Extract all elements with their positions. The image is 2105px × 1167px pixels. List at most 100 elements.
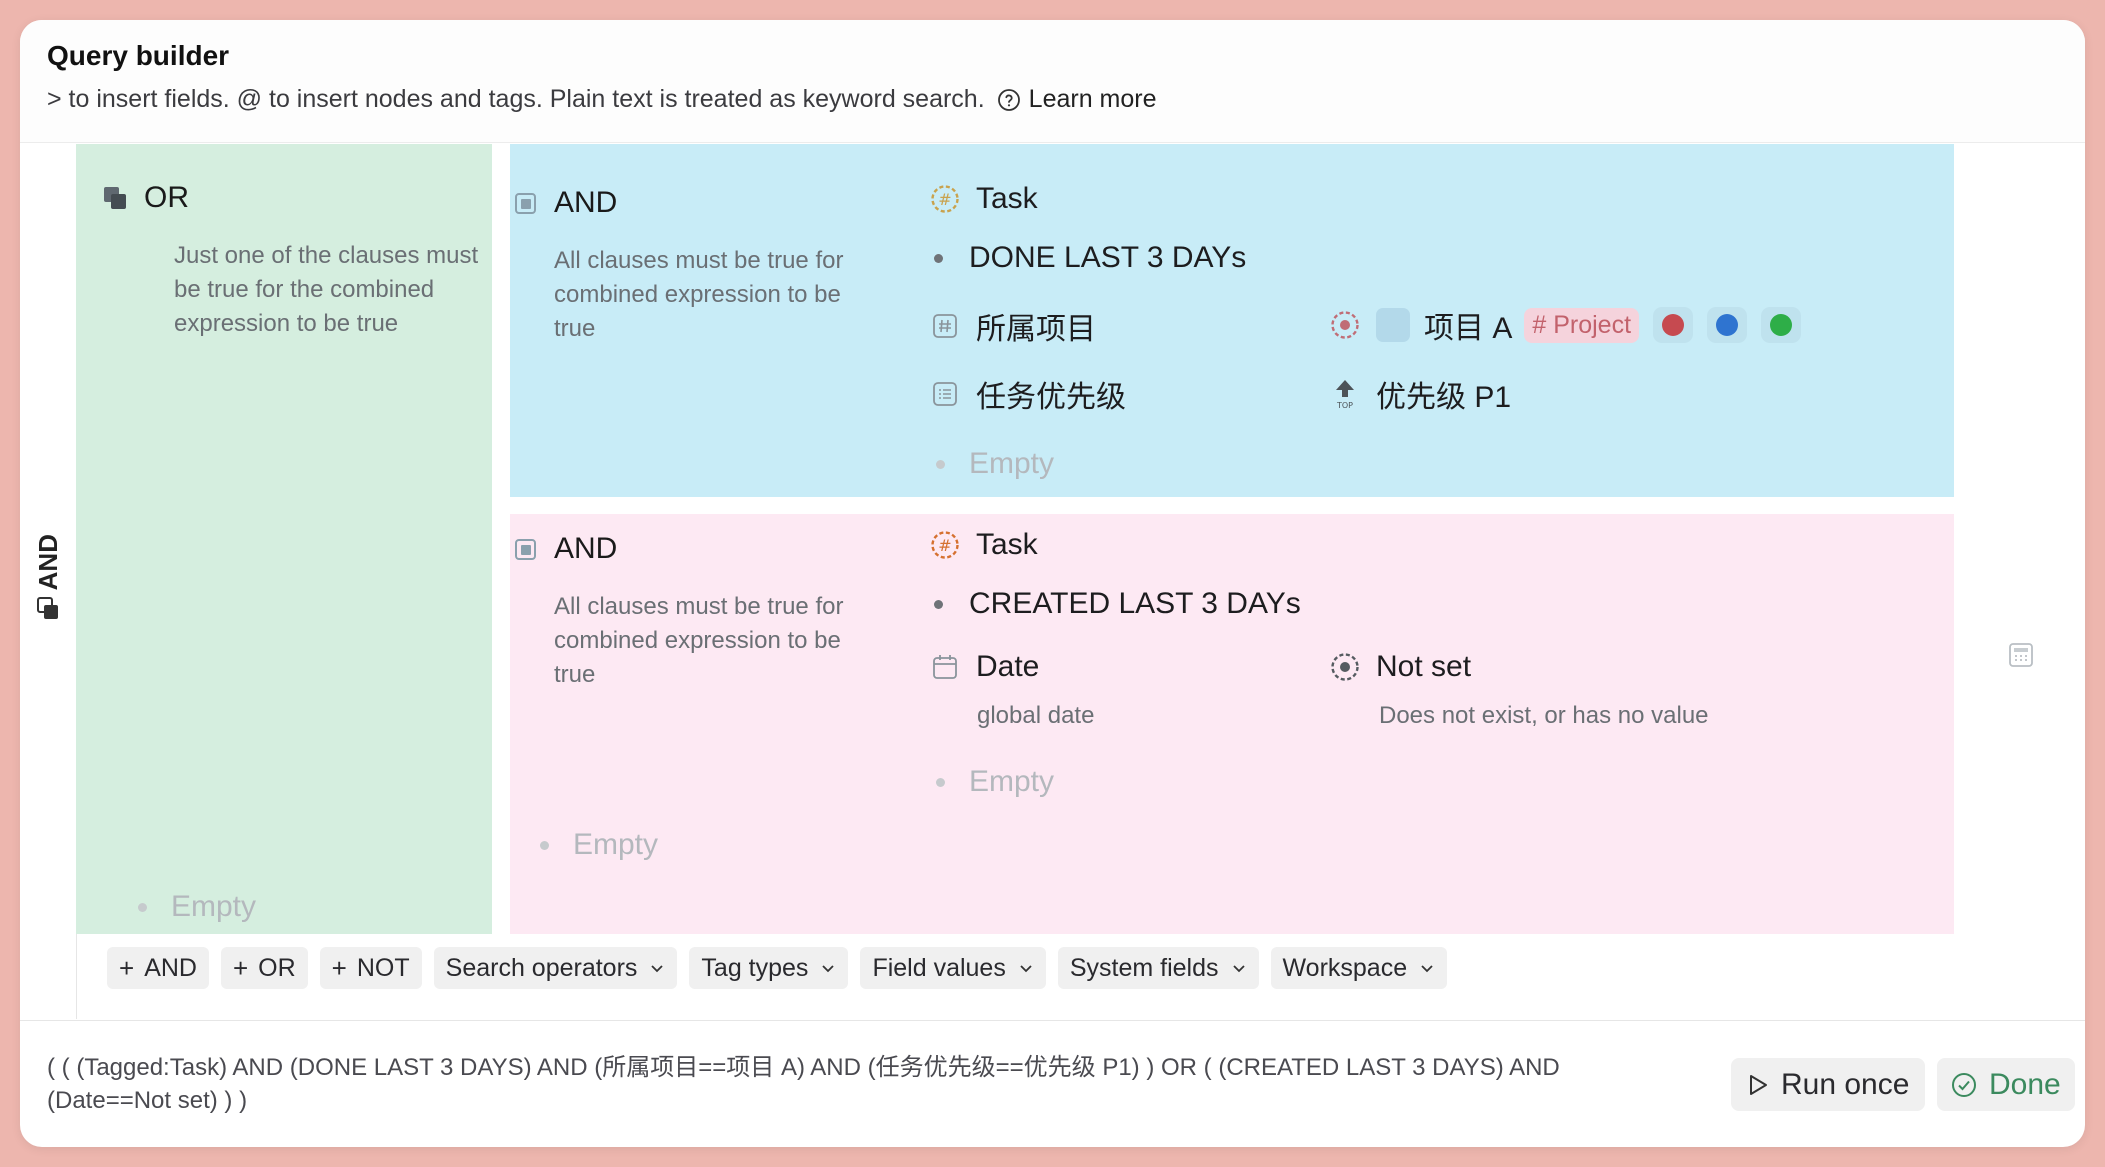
bullet <box>138 902 147 912</box>
tag-clause[interactable]: # Task <box>930 182 1038 216</box>
field-value: 优先级 P1 <box>1376 381 1512 414</box>
field-name: 所属项目 <box>976 313 1096 346</box>
tag-icon: # <box>930 184 960 214</box>
field-value-project[interactable]: 项目 A # Project <box>1330 303 1802 347</box>
bullet <box>936 777 945 787</box>
help-circle-icon <box>997 88 1020 111</box>
search-text: CREATED LAST 3 DAYs <box>969 587 1301 620</box>
bullet <box>540 840 549 850</box>
run-once-button[interactable]: Run once <box>1731 1058 1926 1111</box>
query-toolbar: + AND + OR + NOT Search operators Tag types… <box>107 947 1459 989</box>
group-icon <box>104 187 126 209</box>
plus-icon: + <box>119 952 135 983</box>
search-clause[interactable]: DONE LAST 3 DAYs <box>930 241 1246 275</box>
not-set-icon <box>1330 652 1360 682</box>
field-value-date[interactable]: Not set <box>1330 650 1471 684</box>
field-value-priority[interactable]: TOP 优先级 P1 <box>1330 372 1511 416</box>
bullet <box>934 253 943 263</box>
and-description: All clauses must be true for combined ex… <box>554 247 844 342</box>
or-group: OR Just one of the clauses must be true … <box>76 144 492 934</box>
tag-name: Task <box>976 182 1038 215</box>
search-operators-dropdown[interactable]: Search operators <box>433 947 678 989</box>
field-name: 任务优先级 <box>976 381 1126 414</box>
and1-empty-slot[interactable]: Empty <box>936 447 1054 481</box>
root-operator-label: AND <box>32 534 63 591</box>
or-operator[interactable]: OR <box>102 181 189 215</box>
green-dot-chip[interactable] <box>1761 307 1802 343</box>
add-not-label: NOT <box>356 953 410 982</box>
and-operator-label: AND <box>554 532 618 565</box>
blue-dot-chip[interactable] <box>1707 307 1748 343</box>
chevron-down-icon <box>1232 965 1245 973</box>
bullet <box>934 599 943 609</box>
search-operators-label: Search operators <box>445 953 638 982</box>
root-and-rail[interactable]: AND <box>20 144 77 1019</box>
calendar-icon <box>930 652 960 682</box>
field-clause-priority[interactable]: 任务优先级 <box>930 372 1126 416</box>
root-operator[interactable]: AND <box>30 534 66 622</box>
and-group-2: AND All clauses must be true for combine… <box>510 514 1954 934</box>
field-clause-date[interactable]: Date <box>930 650 1039 684</box>
system-fields-dropdown[interactable]: System fields <box>1057 947 1259 989</box>
hint-label: > to insert fields. @ to insert nodes an… <box>47 85 985 113</box>
system-fields-label: System fields <box>1069 953 1219 982</box>
empty-label: Empty <box>969 765 1055 798</box>
chevron-down-icon <box>651 965 664 973</box>
tag-clause[interactable]: # Task <box>930 528 1038 562</box>
empty-label: Empty <box>573 828 659 861</box>
dialog-title: Query builder <box>47 40 230 71</box>
empty-label: Empty <box>171 890 257 923</box>
and-description: All clauses must be true for combined ex… <box>554 593 844 688</box>
check-circle-icon <box>1952 1072 1976 1097</box>
plus-icon: + <box>232 952 249 983</box>
field-hash-icon <box>930 311 960 341</box>
tag-types-label: Tag types <box>701 953 809 982</box>
tag-icon: # <box>930 530 960 560</box>
node-target-icon <box>1330 310 1360 340</box>
search-text: DONE LAST 3 DAYs <box>969 241 1247 274</box>
empty-label: Empty <box>969 447 1055 480</box>
calculator-icon <box>2009 643 2033 667</box>
and-operator[interactable]: AND <box>514 532 617 566</box>
search-clause[interactable]: CREATED LAST 3 DAYs <box>930 587 1301 621</box>
green-dot-icon <box>1770 314 1793 336</box>
and-group-1: AND All clauses must be true for combine… <box>510 144 1954 497</box>
bullet <box>936 459 945 469</box>
learn-more-link[interactable]: Learn more <box>997 85 1157 114</box>
and-operator-label: AND <box>554 186 618 219</box>
field-value: 项目 A <box>1424 312 1513 345</box>
field-values-dropdown[interactable]: Field values <box>860 947 1046 989</box>
add-not-button[interactable]: + NOT <box>319 947 422 989</box>
and2-outer-empty-slot[interactable]: Empty <box>540 828 658 862</box>
field-clause-project[interactable]: 所属项目 <box>930 304 1096 348</box>
add-or-label: OR <box>258 953 296 982</box>
or-empty-slot[interactable]: Empty <box>138 890 256 924</box>
add-or-button[interactable]: + OR <box>220 947 308 989</box>
done-button[interactable]: Done <box>1937 1058 2075 1111</box>
or-description: Just one of the clauses must be true for… <box>174 242 479 337</box>
svg-text:#: # <box>938 190 951 209</box>
svg-text:#: # <box>938 536 951 555</box>
top-priority-icon: TOP <box>1330 379 1360 410</box>
field-value: Not set <box>1376 650 1472 683</box>
field-value-subtext: Does not exist, or has no value <box>1379 702 1709 729</box>
side-panel-button[interactable] <box>2008 642 2034 673</box>
add-and-button[interactable]: + AND <box>107 947 209 989</box>
field-list-icon <box>930 379 960 409</box>
and-operator[interactable]: AND <box>514 186 617 220</box>
footer: ( ( (Tagged:Task) AND (DONE LAST 3 DAYS)… <box>20 1020 2085 1147</box>
project-tag-pill[interactable]: # Project <box>1524 307 1640 343</box>
header: Query builder > to insert fields. @ to i… <box>20 20 2085 143</box>
red-dot-chip[interactable] <box>1653 307 1694 343</box>
svg-text:TOP: TOP <box>1336 401 1353 410</box>
field-name: Date <box>976 650 1040 683</box>
and2-inner-empty-slot[interactable]: Empty <box>936 765 1054 799</box>
workspace-label: Workspace <box>1282 953 1408 982</box>
blue-dot-icon <box>1716 314 1739 336</box>
tag-types-dropdown[interactable]: Tag types <box>689 947 849 989</box>
play-icon <box>1750 1074 1767 1095</box>
hint-text: > to insert fields. @ to insert nodes an… <box>47 85 1157 114</box>
or-operator-label: OR <box>144 181 189 214</box>
workspace-dropdown[interactable]: Workspace <box>1270 947 1448 989</box>
done-label: Done <box>1989 1067 2061 1101</box>
